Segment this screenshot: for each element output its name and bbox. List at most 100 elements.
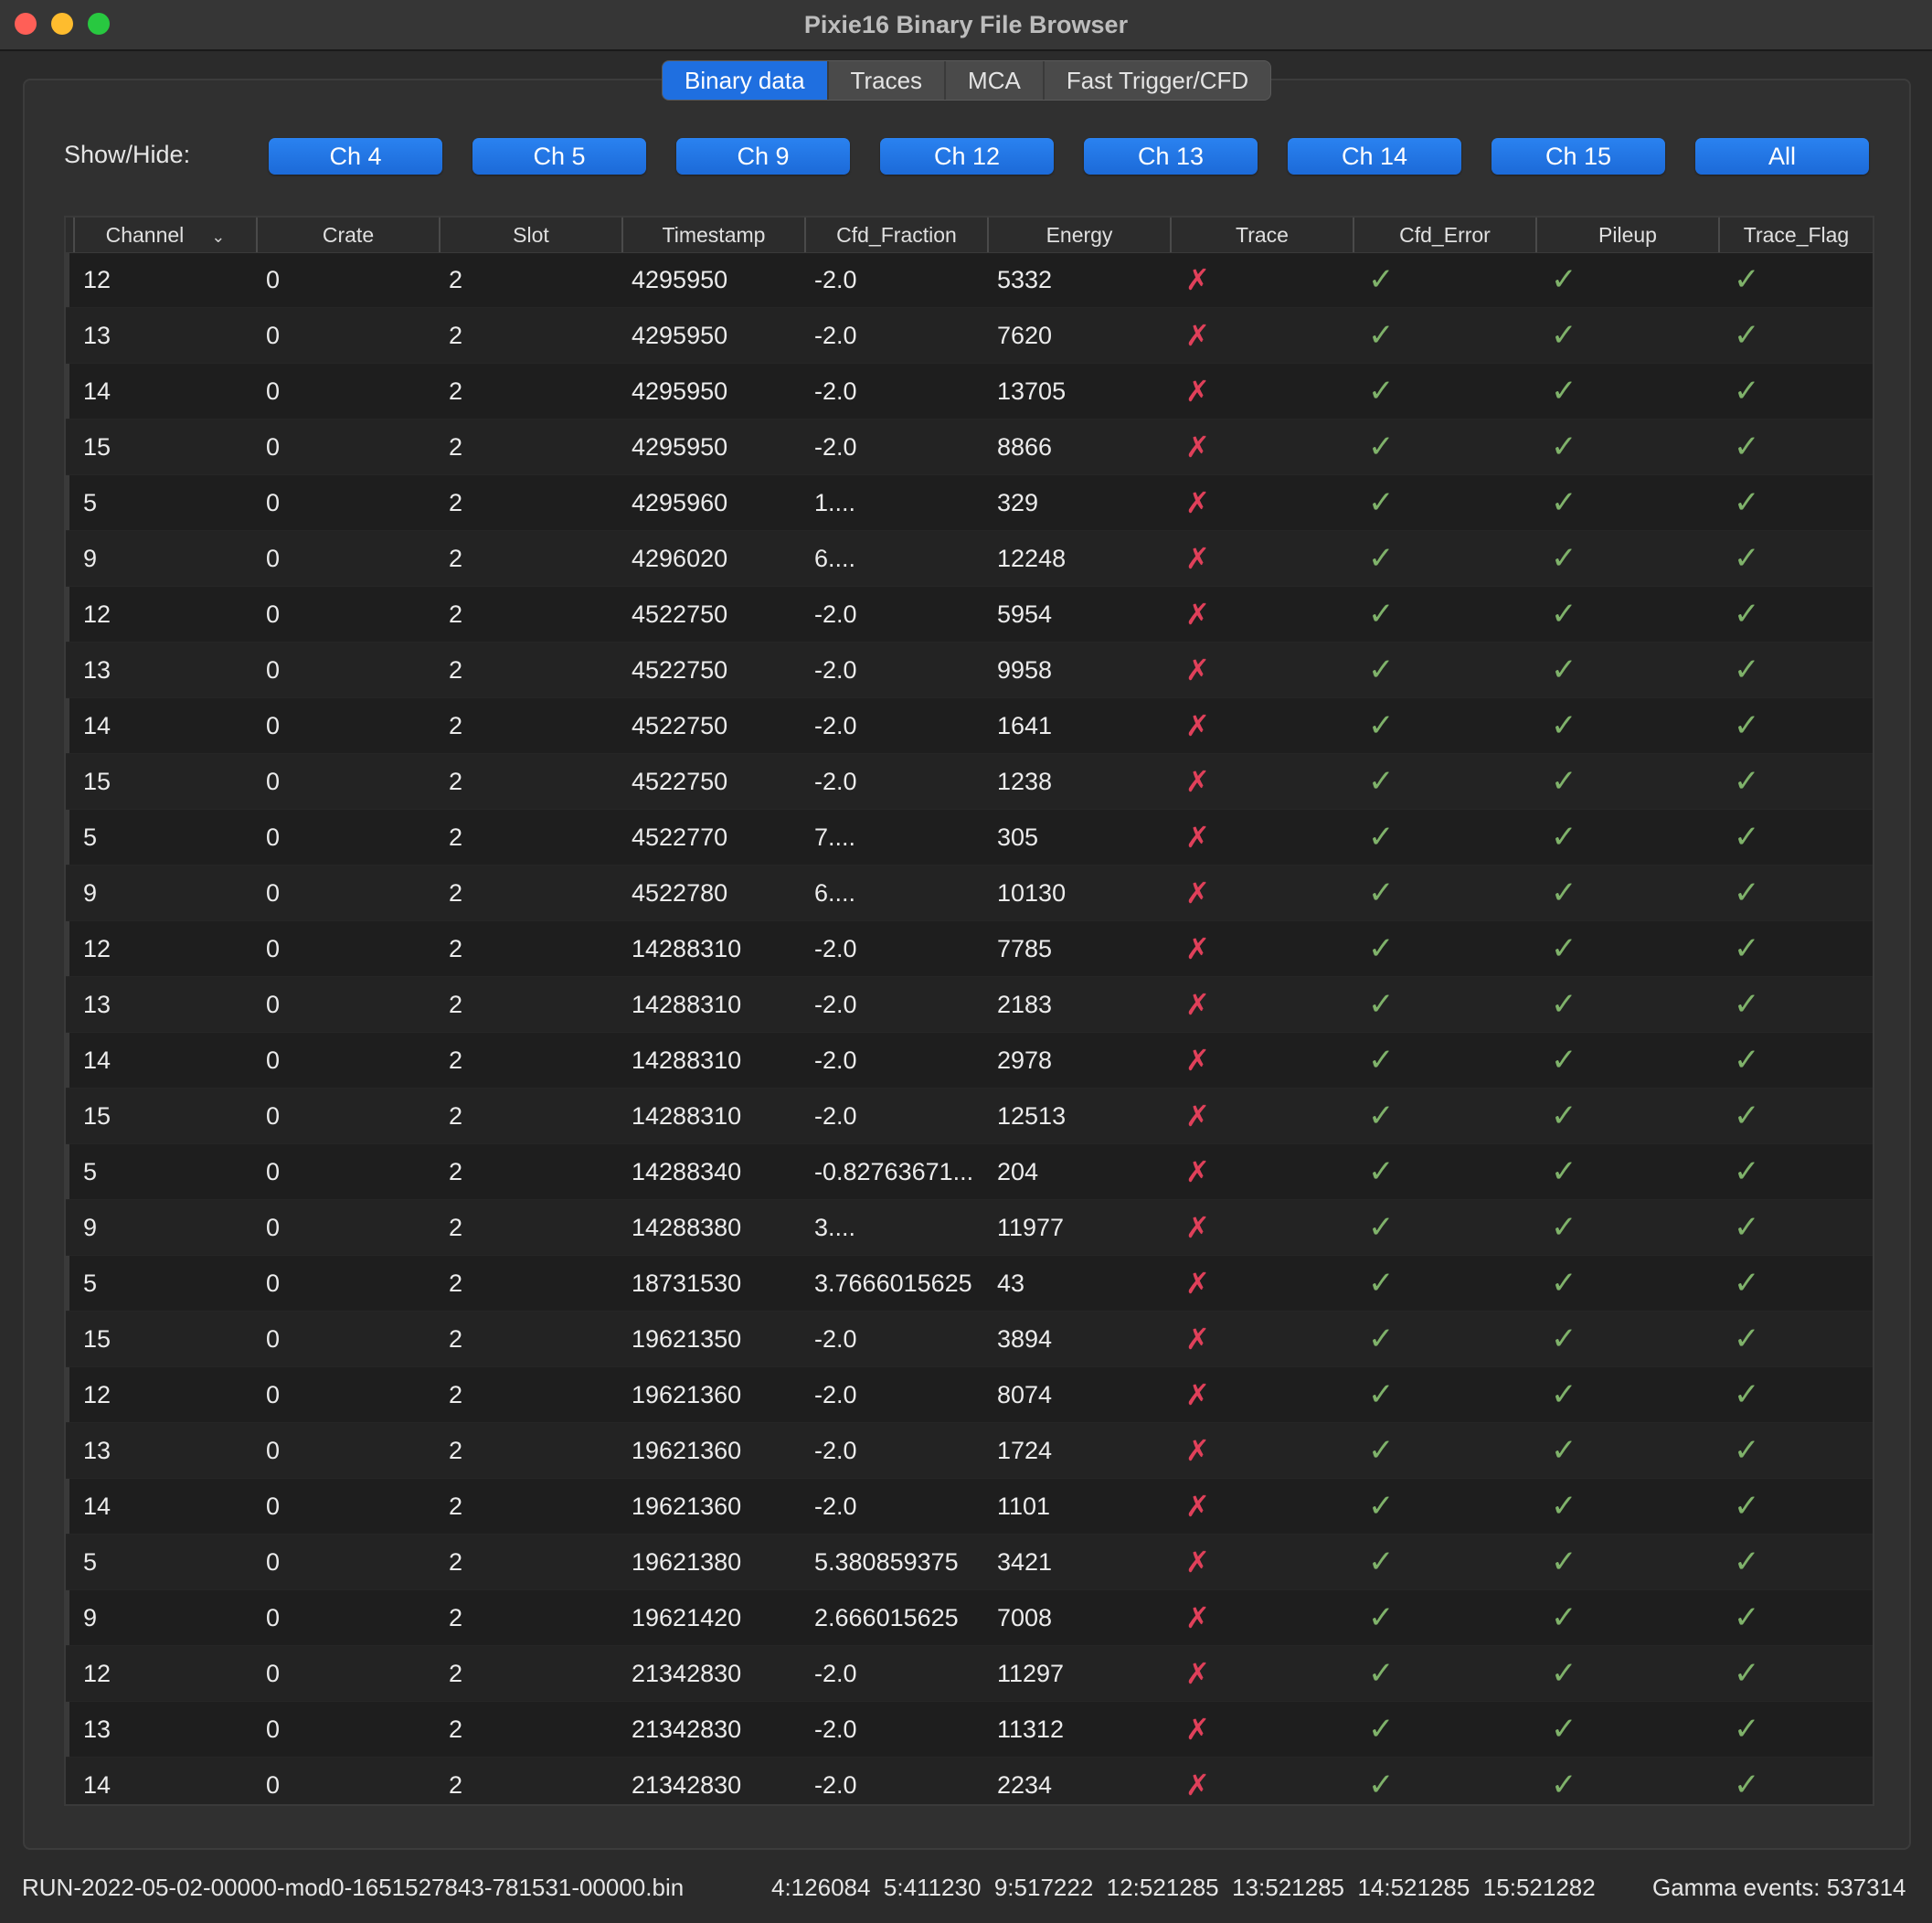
cell-timestamp: 21342830 bbox=[632, 1716, 742, 1743]
tab-fast-trigger-cfd[interactable]: Fast Trigger/CFD bbox=[1045, 61, 1270, 100]
table-row[interactable]: 12 0 2 4522750 -2.0 5954 ✗ ✓ ✓ ✓ bbox=[66, 587, 1873, 643]
column-header-channel[interactable]: Channel ⌄ bbox=[73, 218, 256, 252]
column-header-trace[interactable]: Trace bbox=[1170, 218, 1353, 252]
table-row[interactable]: 9 0 2 4296020 6.... 12248 ✗ ✓ ✓ ✓ bbox=[66, 531, 1873, 587]
cell-channel: 9 bbox=[83, 1604, 98, 1631]
table-row[interactable]: 15 0 2 19621350 -2.0 3894 ✗ ✓ ✓ ✓ bbox=[66, 1312, 1873, 1367]
cell-cfd-fraction: 3.... bbox=[814, 1214, 856, 1241]
check-icon: ✓ bbox=[1734, 1656, 1760, 1691]
table-row[interactable]: 12 0 2 21342830 -2.0 11297 ✗ ✓ ✓ ✓ bbox=[66, 1646, 1873, 1702]
table-row[interactable]: 9 0 2 19621420 2.666015625 7008 ✗ ✓ ✓ ✓ bbox=[66, 1590, 1873, 1646]
toggle-ch-9-button[interactable]: Ch 9 bbox=[676, 138, 850, 175]
maximize-window-button[interactable] bbox=[88, 13, 110, 35]
check-icon: ✓ bbox=[1368, 374, 1395, 409]
status-bar: RUN-2022-05-02-00000-mod0-1651527843-781… bbox=[22, 1874, 1914, 1910]
tab-mca[interactable]: MCA bbox=[946, 61, 1045, 100]
minimize-window-button[interactable] bbox=[51, 13, 73, 35]
table-row[interactable]: 12 0 2 19621360 -2.0 8074 ✗ ✓ ✓ ✓ bbox=[66, 1367, 1873, 1423]
table-row[interactable]: 13 0 2 21342830 -2.0 11312 ✗ ✓ ✓ ✓ bbox=[66, 1702, 1873, 1758]
cross-icon: ✗ bbox=[1185, 1601, 1210, 1634]
cell-channel: 12 bbox=[83, 935, 111, 962]
check-icon: ✓ bbox=[1734, 1154, 1760, 1189]
sort-chevron-down-icon[interactable]: ⌄ bbox=[211, 219, 225, 254]
table-row[interactable]: 13 0 2 14288310 -2.0 2183 ✗ ✓ ✓ ✓ bbox=[66, 977, 1873, 1033]
cell-timestamp: 19621360 bbox=[632, 1493, 742, 1520]
tab-binary-data[interactable]: Binary data bbox=[663, 61, 829, 100]
binary-data-table[interactable]: Channel ⌄ Crate Slot Timestamp Cfd_Fraction En… bbox=[64, 216, 1874, 1806]
column-header-timestamp[interactable]: Timestamp bbox=[621, 218, 804, 252]
table-row[interactable]: 5 0 2 14288340 -0.82763671... 204 ✗ ✓ ✓ ✓ bbox=[66, 1144, 1873, 1200]
cell-timestamp: 14288310 bbox=[632, 1046, 742, 1074]
table-row[interactable]: 9 0 2 4522780 6.... 10130 ✗ ✓ ✓ ✓ bbox=[66, 866, 1873, 921]
table-row[interactable]: 14 0 2 21342830 -2.0 2234 ✗ ✓ ✓ ✓ bbox=[66, 1758, 1873, 1804]
cell-energy: 3421 bbox=[997, 1548, 1053, 1576]
cell-slot: 2 bbox=[449, 266, 463, 293]
check-icon: ✓ bbox=[1734, 318, 1760, 353]
cell-crate: 0 bbox=[266, 1214, 281, 1241]
cell-timestamp: 4522750 bbox=[632, 600, 728, 628]
toggle-ch-13-button[interactable]: Ch 13 bbox=[1084, 138, 1258, 175]
toggle-ch-4-button[interactable]: Ch 4 bbox=[269, 138, 442, 175]
cell-energy: 5332 bbox=[997, 266, 1053, 293]
table-row[interactable]: 14 0 2 4522750 -2.0 1641 ✗ ✓ ✓ ✓ bbox=[66, 698, 1873, 754]
close-window-button[interactable] bbox=[15, 13, 37, 35]
table-row[interactable]: 14 0 2 4295950 -2.0 13705 ✗ ✓ ✓ ✓ bbox=[66, 364, 1873, 420]
table-row[interactable]: 15 0 2 4522750 -2.0 1238 ✗ ✓ ✓ ✓ bbox=[66, 754, 1873, 810]
cell-timestamp: 4295960 bbox=[632, 489, 728, 516]
cell-slot: 2 bbox=[449, 768, 463, 795]
toggle-all-button[interactable]: All bbox=[1695, 138, 1869, 175]
cell-cfd-fraction: 6.... bbox=[814, 879, 856, 907]
cell-slot: 2 bbox=[449, 1493, 463, 1520]
table-row[interactable]: 12 0 2 4295950 -2.0 5332 ✗ ✓ ✓ ✓ bbox=[66, 252, 1873, 308]
cell-cfd-fraction: -2.0 bbox=[814, 1381, 857, 1408]
cell-slot: 2 bbox=[449, 1716, 463, 1743]
check-icon: ✓ bbox=[1551, 374, 1577, 409]
table-row[interactable]: 13 0 2 4295950 -2.0 7620 ✗ ✓ ✓ ✓ bbox=[66, 308, 1873, 364]
table-row[interactable]: 5 0 2 4295960 1.... 329 ✗ ✓ ✓ ✓ bbox=[66, 475, 1873, 531]
toggle-ch-15-button[interactable]: Ch 15 bbox=[1491, 138, 1665, 175]
table-row[interactable]: 12 0 2 14288310 -2.0 7785 ✗ ✓ ✓ ✓ bbox=[66, 921, 1873, 977]
column-header-trace-flag[interactable]: Trace_Flag bbox=[1718, 218, 1873, 252]
check-icon: ✓ bbox=[1551, 318, 1577, 353]
check-icon: ✓ bbox=[1734, 597, 1760, 632]
check-icon: ✓ bbox=[1551, 820, 1577, 855]
cell-energy: 12248 bbox=[997, 545, 1067, 572]
table-row[interactable]: 15 0 2 14288310 -2.0 12513 ✗ ✓ ✓ ✓ bbox=[66, 1089, 1873, 1144]
cell-energy: 8866 bbox=[997, 433, 1053, 461]
cell-channel: 13 bbox=[83, 322, 111, 349]
table-row[interactable]: 15 0 2 4295950 -2.0 8866 ✗ ✓ ✓ ✓ bbox=[66, 420, 1873, 475]
column-header-cfd-error[interactable]: Cfd_Error bbox=[1353, 218, 1535, 252]
table-row[interactable]: 13 0 2 19621360 -2.0 1724 ✗ ✓ ✓ ✓ bbox=[66, 1423, 1873, 1479]
column-header-crate[interactable]: Crate bbox=[256, 218, 439, 252]
cell-slot: 2 bbox=[449, 1437, 463, 1464]
cross-icon: ✗ bbox=[1185, 1657, 1210, 1690]
cell-channel: 5 bbox=[83, 1548, 98, 1576]
cell-slot: 2 bbox=[449, 1270, 463, 1297]
cell-crate: 0 bbox=[266, 879, 281, 907]
cell-slot: 2 bbox=[449, 1381, 463, 1408]
toggle-ch-12-button[interactable]: Ch 12 bbox=[880, 138, 1054, 175]
cell-slot: 2 bbox=[449, 322, 463, 349]
cell-slot: 2 bbox=[449, 879, 463, 907]
cell-cfd-fraction: 7.... bbox=[814, 823, 856, 851]
column-header-slot[interactable]: Slot bbox=[439, 218, 621, 252]
toggle-ch-14-button[interactable]: Ch 14 bbox=[1288, 138, 1461, 175]
table-row[interactable]: 14 0 2 19621360 -2.0 1101 ✗ ✓ ✓ ✓ bbox=[66, 1479, 1873, 1535]
table-row[interactable]: 9 0 2 14288380 3.... 11977 ✗ ✓ ✓ ✓ bbox=[66, 1200, 1873, 1256]
toggle-ch-5-button[interactable]: Ch 5 bbox=[472, 138, 646, 175]
table-row[interactable]: 5 0 2 4522770 7.... 305 ✗ ✓ ✓ ✓ bbox=[66, 810, 1873, 866]
check-icon: ✓ bbox=[1551, 1600, 1577, 1635]
tab-traces[interactable]: Traces bbox=[829, 61, 947, 100]
cell-channel: 13 bbox=[83, 1716, 111, 1743]
column-header-pileup[interactable]: Pileup bbox=[1535, 218, 1718, 252]
column-header-energy[interactable]: Energy bbox=[987, 218, 1170, 252]
table-row[interactable]: 14 0 2 14288310 -2.0 2978 ✗ ✓ ✓ ✓ bbox=[66, 1033, 1873, 1089]
column-header-cfd-fraction[interactable]: Cfd_Fraction bbox=[804, 218, 987, 252]
cell-crate: 0 bbox=[266, 935, 281, 962]
table-row[interactable]: 5 0 2 19621380 5.380859375 3421 ✗ ✓ ✓ ✓ bbox=[66, 1535, 1873, 1590]
table-row[interactable]: 13 0 2 4522750 -2.0 9958 ✗ ✓ ✓ ✓ bbox=[66, 643, 1873, 698]
cell-crate: 0 bbox=[266, 1604, 281, 1631]
cell-cfd-fraction: -2.0 bbox=[814, 712, 857, 739]
check-icon: ✓ bbox=[1368, 541, 1395, 576]
table-row[interactable]: 5 0 2 18731530 3.7666015625 43 ✗ ✓ ✓ ✓ bbox=[66, 1256, 1873, 1312]
